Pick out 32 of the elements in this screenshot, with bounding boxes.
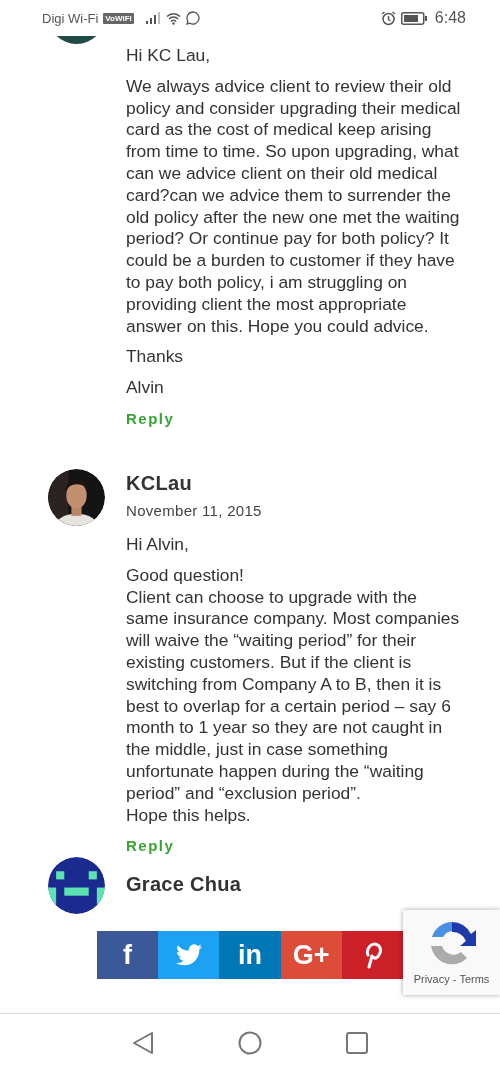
carrier-name: Digi Wi-Fi xyxy=(42,10,99,26)
reply-link[interactable]: Reply xyxy=(126,408,175,429)
googleplus-share-button[interactable]: G+ xyxy=(280,931,342,979)
battery-icon xyxy=(400,11,428,25)
back-icon[interactable] xyxy=(132,1030,154,1055)
chat-bubble-icon xyxy=(185,11,200,25)
facebook-share-button[interactable]: f xyxy=(97,931,159,979)
twitter-share-button[interactable] xyxy=(158,931,220,979)
comment-greeting: Hi Alvin, xyxy=(126,533,190,556)
terms-link[interactable]: Terms xyxy=(459,973,490,985)
vowifi-badge: VoWiFi xyxy=(103,12,134,24)
clock-time: 6:48 xyxy=(434,9,466,27)
alarm-icon xyxy=(380,10,396,26)
link-separator: - xyxy=(452,973,457,985)
pinterest-share-button[interactable] xyxy=(341,931,403,979)
signal-icon xyxy=(144,11,161,25)
comment-date: November 11, 2015 xyxy=(126,501,263,520)
comment-text: Good question! Client can choose to upgrade with the same insurance company. Most companies will waive the “waiting period” for their existing customers. But if the client is switching from Company A to B, then it is best to overlap for a certain period – say 6 month to 1 year so they are not caught in the middle, just in case something unfortunate happen during the “waiting period” and “exclusion period”. Hope this helps. xyxy=(126,564,461,827)
wifi-icon xyxy=(165,11,181,25)
identicon-avatar xyxy=(48,857,105,915)
linkedin-share-button[interactable]: in xyxy=(219,931,281,979)
author-name: KCLau xyxy=(126,470,192,495)
comment-greeting: Hi KC Lau, xyxy=(126,45,212,67)
bird-icon xyxy=(175,944,202,966)
author-name: Grace Chua xyxy=(126,872,242,897)
comment-text: We always advice client to review their old policy and consider upgrading their medical card as the cost of medical keep arising from time to time. So upon upgrading, what can we advice client on their old medical card?can we advice them to surrender the old policy after the new one met the waiting period? Or continue pay for both policy? It could be a burden to customer if they have to pay both policy, i am struggling on providing client the most appropriate answer on this. Hope you could advice. xyxy=(126,75,462,338)
recents-icon[interactable] xyxy=(346,1031,368,1054)
home-icon[interactable] xyxy=(238,1030,262,1055)
reply-link[interactable]: Reply xyxy=(126,836,175,857)
privacy-link[interactable]: Privacy xyxy=(413,973,450,985)
comment-text: Alvin xyxy=(126,377,165,399)
comment-text: Thanks xyxy=(126,346,185,369)
